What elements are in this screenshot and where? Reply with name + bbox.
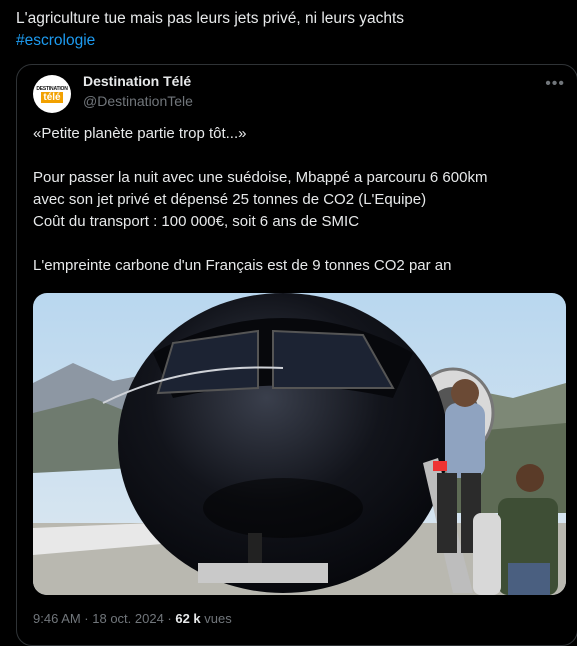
quoted-post-body: «Petite planète partie trop tôt...» Pour… — [33, 123, 553, 277]
author-name[interactable]: Destination Télé — [83, 73, 191, 89]
post-photo[interactable] — [33, 293, 566, 595]
avatar[interactable]: DESTINATION télé — [33, 75, 71, 113]
views-count: 62 k — [175, 611, 201, 626]
post-text: L'agriculture tue mais pas leurs jets pr… — [16, 8, 556, 52]
body-line: Pour passer la nuit avec une suédoise, M… — [33, 169, 488, 186]
quoted-post-header: DESTINATION télé Destination Télé @Desti… — [33, 73, 565, 117]
timestamp[interactable]: 9:46 AM · 18 oct. 2024 · — [33, 611, 175, 626]
avatar-text-bottom: télé — [41, 91, 63, 103]
post-body: L'agriculture tue mais pas leurs jets pr… — [16, 10, 405, 27]
body-line: Coût du transport : 100 000€, soit 6 ans… — [33, 213, 360, 230]
post-footer: 9:46 AM · 18 oct. 2024 · 62 k vues — [33, 611, 232, 626]
more-horizontal-icon[interactable]: ••• — [545, 75, 565, 93]
quote-line: «Petite planète partie trop tôt...» — [33, 125, 247, 142]
quoted-post-card[interactable]: DESTINATION télé Destination Télé @Desti… — [16, 64, 577, 646]
hashtag-link[interactable]: #escrologie — [16, 30, 556, 52]
body-line: avec son jet privé et dépensé 25 tonnes … — [33, 191, 427, 208]
private-jet-photo — [33, 293, 566, 595]
body-line: L'empreinte carbone d'un Français est de… — [33, 257, 452, 274]
views-label: vues — [200, 611, 232, 626]
author-handle[interactable]: @DestinationTele — [83, 93, 193, 109]
